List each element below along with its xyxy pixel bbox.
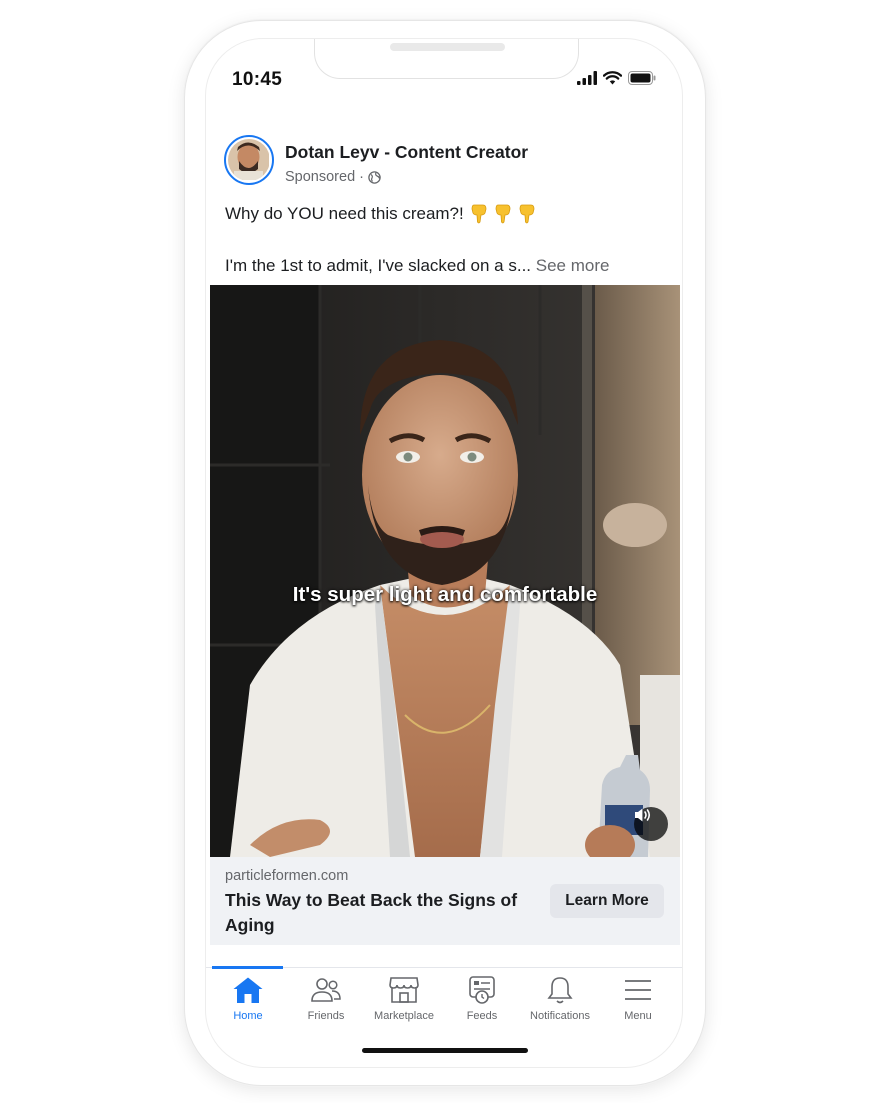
nav-label-marketplace: Marketplace [374, 1010, 434, 1022]
video-subtitle: It's super light and comfortable [292, 583, 598, 606]
nav-item-home[interactable]: Home [208, 973, 288, 1025]
nav-label-menu: Menu [624, 1010, 652, 1022]
link-headline[interactable]: This Way to Beat Back the Signs of Aging [225, 888, 525, 938]
nav-label-feeds: Feeds [466, 1010, 498, 1022]
signal-icon [577, 71, 597, 85]
feeds-icon [469, 976, 495, 1004]
link-preview[interactable]: particleformen.com This Way to Beat Back… [210, 857, 680, 945]
wifi-icon [603, 71, 622, 85]
nav-label-friends: Friends [307, 1010, 345, 1022]
video-frame [210, 285, 680, 857]
sound-toggle-button[interactable] [634, 807, 668, 841]
marketplace-icon [389, 977, 419, 1003]
nav-label-notifications: Notifications [530, 1010, 590, 1022]
pointing-down-emoji-icon [519, 204, 535, 224]
home-icon [233, 977, 263, 1003]
see-more-link[interactable]: See more [536, 256, 610, 275]
active-tab-indicator [212, 966, 283, 969]
post-caption-line2: I'm the 1st to admit, I've slacked on a … [225, 256, 609, 276]
battery-icon [628, 71, 656, 85]
avatar[interactable] [224, 135, 274, 185]
link-domain: particleformen.com [225, 868, 349, 884]
nav-label-home: Home [233, 1010, 263, 1022]
post-meta: Sponsored · [285, 169, 381, 185]
nav-item-menu[interactable]: Menu [598, 973, 678, 1025]
nav-item-marketplace[interactable]: Marketplace [364, 973, 444, 1025]
sponsored-label: Sponsored · [285, 169, 364, 185]
pointing-down-emoji-icon [471, 204, 487, 224]
friends-icon [311, 978, 341, 1002]
avatar-photo [228, 139, 270, 181]
nav-item-friends[interactable]: Friends [286, 973, 366, 1025]
pointing-down-emoji-icon [495, 204, 511, 224]
caption-truncated: I'm the 1st to admit, I've slacked on a … [225, 256, 532, 275]
phone-speaker [390, 43, 505, 51]
status-time: 10:45 [232, 69, 283, 90]
bell-icon [547, 977, 573, 1004]
status-icons [577, 71, 656, 85]
menu-icon [625, 980, 651, 1000]
nav-item-notifications[interactable]: Notifications [520, 973, 600, 1025]
speaker-icon [635, 808, 651, 822]
learn-more-button[interactable]: Learn More [550, 884, 664, 918]
globe-icon [368, 170, 381, 184]
nav-item-feeds[interactable]: Feeds [442, 973, 522, 1025]
post-caption-line1: Why do YOU need this cream?! [225, 204, 536, 224]
home-indicator [362, 1048, 528, 1053]
pointing-down-emoji-row [470, 204, 536, 224]
post-author[interactable]: Dotan Leyv - Content Creator [285, 142, 528, 163]
phone-screen: 10:45 Dotan Leyv - Content Creator Spons… [205, 38, 683, 1068]
phone-notch [314, 39, 579, 79]
ad-video[interactable]: It's super light and comfortable [210, 285, 680, 857]
caption-text: Why do YOU need this cream?! [225, 204, 464, 223]
